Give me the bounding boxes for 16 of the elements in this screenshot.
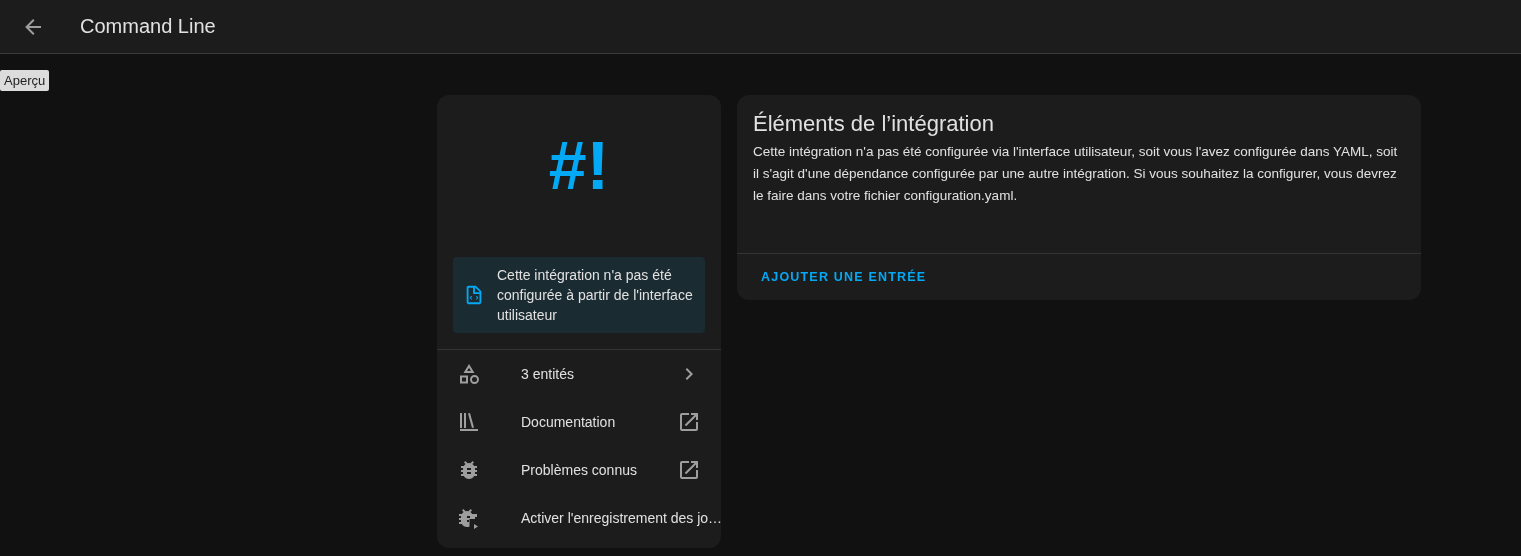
open-in-new-icon <box>677 410 701 434</box>
integration-logo: #! <box>547 126 611 205</box>
menu-item[interactable]: Activer l'enregistrement des jo… <box>437 494 721 542</box>
menu-item[interactable]: 3 entités <box>437 350 721 398</box>
card-description: Cette intégration n'a pas été configurée via l'interface utilisateur, soit vous l'avez configurée dans YAML, soit il s'agit d'une dépendance configurée par une autre intégration. Si vous souhaitez la configurer, vous devrez le faire dans votre fichier configuration.yaml. <box>752 143 1399 205</box>
card-title: Éléments de l’intégration <box>752 110 995 137</box>
add-entry-button[interactable]: AJOUTER UNE ENTRÉE <box>749 262 939 292</box>
open-in-new-icon <box>677 458 701 482</box>
page-title: Command Line <box>80 15 216 38</box>
menu-item[interactable]: Problèmes connus <box>437 446 721 494</box>
notice-text: Cette intégration n'a pas été configurée à partir de l'interface utilisateur <box>497 266 694 325</box>
shapes-icon <box>457 362 481 386</box>
tooltip: Aperçu <box>0 70 50 91</box>
menu-item[interactable]: Documentation <box>437 398 721 446</box>
books-icon <box>457 410 481 434</box>
bug-play-icon <box>457 506 481 530</box>
